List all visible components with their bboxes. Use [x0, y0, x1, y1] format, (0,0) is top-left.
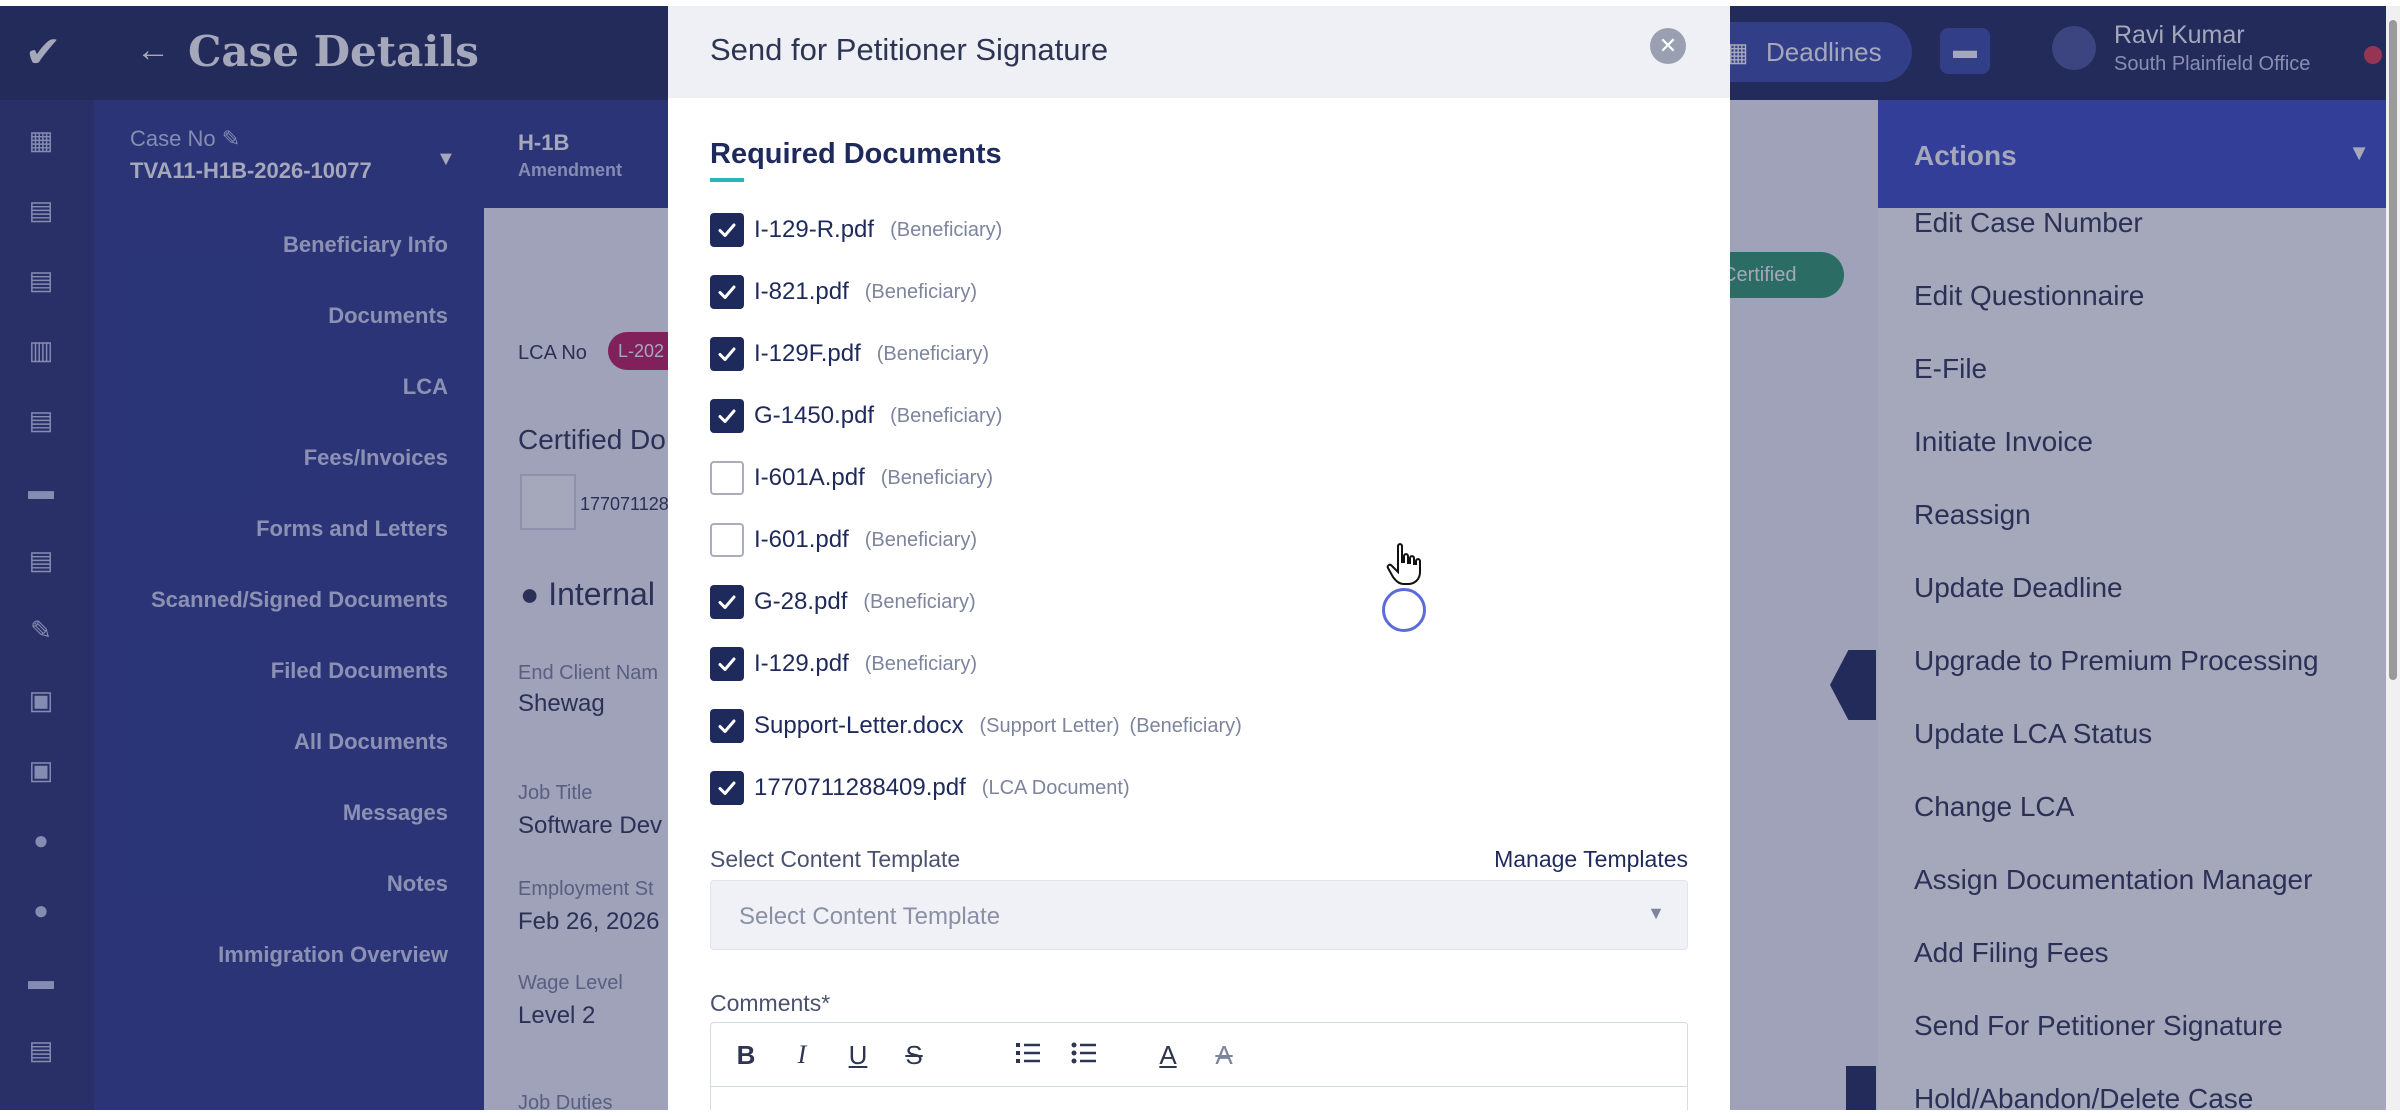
document-name: G-1450.pdf — [754, 402, 875, 429]
document-tag: (Support Letter) — [979, 714, 1120, 737]
manage-templates-link[interactable]: Manage Templates — [1494, 846, 1688, 873]
strikethrough-button[interactable]: S — [897, 1039, 931, 1071]
required-documents-title: Required Documents — [710, 138, 1002, 170]
title-underline — [710, 178, 744, 182]
document-checkbox[interactable] — [710, 647, 744, 681]
document-checkbox[interactable] — [710, 213, 744, 247]
bold-button[interactable]: B — [729, 1039, 763, 1071]
document-row[interactable]: I-601.pdf (Beneficiary) — [710, 522, 987, 558]
underline-button[interactable]: U — [841, 1039, 875, 1071]
document-tag: (Beneficiary) — [864, 652, 977, 675]
document-row[interactable]: 1770711288409.pdf (LCA Document) — [710, 770, 1140, 806]
document-name: Support-Letter.docx — [754, 712, 964, 739]
document-tag: (Beneficiary) — [876, 342, 989, 365]
document-checkbox[interactable] — [710, 523, 744, 557]
hand-cursor-icon — [1386, 543, 1421, 585]
scrollbar-thumb[interactable] — [2389, 20, 2397, 680]
document-tag: (LCA Document) — [981, 776, 1130, 799]
chevron-down-icon: ▼ — [1647, 903, 1665, 923]
clear-format-button[interactable]: A — [1207, 1039, 1241, 1071]
document-row[interactable]: I-129-R.pdf (Beneficiary) — [710, 212, 1012, 248]
send-for-signature-modal: Send for Petitioner Signature ✕ Required… — [668, 6, 1730, 1110]
modal-title: Send for Petitioner Signature — [710, 32, 1109, 67]
document-row[interactable]: I-129.pdf (Beneficiary) — [710, 646, 987, 682]
document-tag: (Beneficiary) — [880, 466, 994, 489]
document-row[interactable]: I-821.pdf (Beneficiary) — [710, 274, 987, 310]
font-color-button[interactable]: A — [1151, 1039, 1185, 1071]
document-name: I-129-R.pdf — [754, 216, 875, 243]
document-tag: (Beneficiary) — [863, 590, 976, 613]
content-template-select[interactable]: Select Content Template ▼ — [710, 880, 1688, 950]
document-row[interactable]: Support-Letter.docx (Support Letter) (Bene… — [710, 708, 1252, 744]
document-name: I-601.pdf — [754, 526, 849, 553]
document-tag: (Beneficiary) — [890, 404, 1003, 427]
document-tag: (Beneficiary) — [864, 280, 977, 303]
document-tag: (Beneficiary) — [1129, 714, 1242, 737]
template-label: Select Content Template — [710, 846, 961, 872]
italic-button[interactable]: I — [785, 1039, 819, 1071]
bullet-list-icon[interactable] — [1067, 1039, 1101, 1071]
document-row[interactable]: G-1450.pdf (Beneficiary) — [710, 398, 1012, 434]
document-name: I-129F.pdf — [754, 340, 861, 367]
document-checkbox[interactable] — [710, 771, 744, 805]
click-ripple — [1382, 588, 1426, 632]
document-checkbox[interactable] — [710, 399, 744, 433]
document-row[interactable]: I-601A.pdf (Beneficiary) — [710, 460, 1003, 496]
document-name: G-28.pdf — [754, 588, 848, 615]
document-tag: (Beneficiary) — [890, 218, 1003, 241]
document-checkbox[interactable] — [710, 337, 744, 371]
document-name: I-129.pdf — [754, 650, 849, 677]
template-select-placeholder: Select Content Template — [739, 903, 1001, 930]
document-checkbox[interactable] — [710, 275, 744, 309]
comments-label: Comments* — [710, 990, 831, 1016]
document-row[interactable]: I-129F.pdf (Beneficiary) — [710, 336, 999, 372]
document-name: I-821.pdf — [754, 278, 849, 305]
close-icon[interactable]: ✕ — [1650, 28, 1686, 64]
document-name: I-601A.pdf — [754, 464, 865, 491]
editor-toolbar: B I U S A A — [711, 1023, 1687, 1087]
document-name: 1770711288409.pdf — [754, 774, 966, 801]
document-row[interactable]: G-28.pdf (Beneficiary) — [710, 584, 986, 620]
document-checkbox[interactable] — [710, 709, 744, 743]
modal-header: Send for Petitioner Signature ✕ — [668, 6, 1730, 98]
document-checkbox[interactable] — [710, 585, 744, 619]
ordered-list-icon[interactable] — [1011, 1039, 1045, 1071]
comments-editor[interactable]: B I U S A A — [710, 1022, 1688, 1110]
document-tag: (Beneficiary) — [864, 528, 977, 551]
document-checkbox[interactable] — [710, 461, 744, 495]
